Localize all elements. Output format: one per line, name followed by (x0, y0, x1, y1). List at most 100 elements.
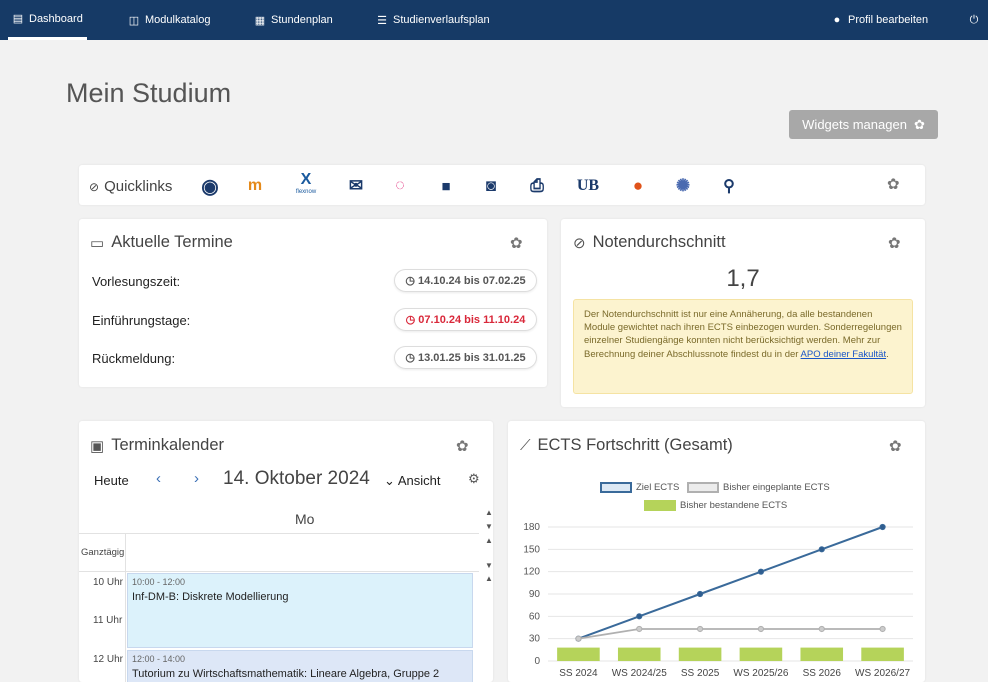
power-icon: ⏻ (969, 13, 979, 26)
user-circle-icon: ● (833, 14, 841, 26)
legend-label-geplant: Bisher eingeplante ECTS (723, 482, 830, 493)
teams-icon[interactable]: ■ (433, 174, 459, 198)
grade-average-value: 1,7 (726, 265, 760, 292)
termine-range-vorlesungszeit: ◷ 14.10.24 bis 07.02.25 (394, 269, 537, 292)
ects-title: ⟋ ECTS Fortschritt (Gesamt) (520, 436, 733, 455)
series-point-geplant (879, 625, 886, 633)
event-time: 12:00 - 14:00 (132, 654, 186, 664)
termine-settings-gear-icon[interactable]: ✿ (510, 234, 523, 252)
calendar-event[interactable]: 10:00 - 12:00 Inf-DM-B: Diskrete Modelli… (127, 573, 473, 648)
termine-label-rueckmeldung: Rückmeldung: (92, 351, 176, 366)
book-icon: ◫ (128, 14, 140, 27)
apo-link[interactable]: APO deiner Fakultät (801, 349, 887, 360)
gauge-icon: ⊘ (573, 234, 586, 252)
kalender-title-text: Terminkalender (111, 436, 224, 454)
noten-title-text: Notendurchschnitt (592, 233, 726, 251)
legend-entry-ziel: Ziel ECTS (600, 482, 679, 493)
calendar-time-divider (125, 533, 126, 682)
logout-button[interactable]: ⏻ (968, 0, 980, 40)
eduroam-icon[interactable]: ◉ (197, 174, 223, 198)
calendar-icon: ▦ (254, 14, 266, 27)
scroll-up-icon[interactable]: ▲ (485, 508, 493, 517)
nav-dashboard-label: Dashboard (29, 12, 83, 25)
chat-icon[interactable]: ◌ (387, 174, 413, 198)
noten-title: ⊘ Notendurchschnitt (573, 233, 726, 252)
flexnow-label: flexnow (295, 189, 317, 195)
termine-range-rueckmeldung-text: 13.01.25 bis 31.01.25 (417, 351, 526, 364)
series-point-geplant (757, 625, 765, 633)
quicklinks-title: ⊘ Quicklinks (89, 178, 172, 195)
series-point-geplant (696, 625, 704, 633)
y-tick-label: 180 (523, 522, 540, 533)
scroll-down-icon[interactable]: ▼ (485, 522, 493, 531)
prev-day-button[interactable]: ‹ (156, 470, 161, 487)
x-tick-label: SS 2025 (681, 668, 720, 679)
kalender-settings-gear-icon[interactable]: ✿ (456, 437, 469, 455)
series-point-geplant (575, 635, 582, 642)
hour-label-12: 12 Uhr (93, 654, 124, 665)
termine-title-text: Aktuelle Termine (111, 233, 233, 251)
hour-label-10: 10 Uhr (93, 577, 124, 588)
termine-range-vorlesungszeit-text: 14.10.24 bis 07.02.25 (417, 274, 526, 287)
clock-icon: ◷ (405, 352, 415, 364)
link-icon: ⊘ (89, 179, 100, 194)
nav-studienverlaufsplan-label: Studienverlaufsplan (393, 14, 490, 26)
x-tick-label: WS 2025/26 (733, 668, 788, 679)
nav-profile[interactable]: ● Profil bearbeiten (831, 0, 928, 40)
noten-card: ⊘ Notendurchschnitt ✿ 1,7 Der Notendurch… (561, 219, 925, 407)
ub-library-icon[interactable]: UB (571, 174, 605, 198)
quicklinks-settings-gear-icon[interactable]: ✿ (887, 175, 900, 193)
printer-icon[interactable]: ⎙ (524, 174, 550, 198)
view-dropdown[interactable]: ⌄ Ansicht (384, 473, 440, 489)
calendar-divider (79, 571, 479, 572)
x-tick-label: SS 2026 (803, 668, 842, 679)
y-tick-label: 30 (529, 634, 541, 645)
scroll-up-icon[interactable]: ▲ (485, 536, 493, 545)
series-point-ziel (879, 523, 886, 531)
moodle-icon[interactable]: m (242, 174, 268, 198)
kalender-title: ▣ Terminkalender (90, 436, 224, 455)
view-dropdown-label: Ansicht (397, 473, 441, 488)
flexnow-x-glyph: X (300, 171, 312, 188)
flexnow-icon[interactable]: X flexnow (289, 171, 323, 198)
contact-card-icon[interactable]: ◙ (478, 174, 504, 198)
nav-stundenplan-label: Stundenplan (271, 14, 333, 26)
nav-profile-label: Profil bearbeiten (848, 14, 929, 26)
ects-bar (557, 647, 600, 661)
mail-icon[interactable]: ✉ (343, 174, 369, 198)
calendar-day-icon: ▣ (90, 437, 105, 455)
gear-icon: ✿ (913, 116, 925, 132)
calendar-event[interactable]: 12:00 - 14:00 Tutorium zu Wirtschaftsmat… (127, 650, 473, 682)
quicklinks-card: ⊘ Quicklinks ◉ m X flexnow ✉ ◌ ■ ◙ ⎙ UB … (79, 165, 925, 205)
nav-dashboard[interactable]: ▤ Dashboard (8, 0, 87, 40)
ects-bar (861, 647, 904, 661)
clock-icon: ◷ (405, 275, 415, 287)
quicklinks-title-text: Quicklinks (104, 178, 173, 195)
ects-chart: 0 30 60 90 120 150 180 SS 2024 WS 2024/25 SS 2025… (523, 522, 913, 679)
series-point-geplant (818, 625, 825, 633)
legend-swatch-geplant (687, 482, 719, 493)
ects-bar (800, 647, 844, 661)
hour-label-11: 11 Uhr (93, 615, 123, 626)
y-tick-label: 150 (523, 544, 540, 555)
firefox-icon[interactable]: ● (625, 174, 651, 198)
today-button[interactable]: Heute (94, 473, 129, 488)
series-point-geplant (636, 625, 643, 633)
noten-settings-gear-icon[interactable]: ✿ (888, 234, 901, 252)
next-day-button[interactable]: › (194, 470, 199, 487)
list-icon: ☰ (377, 14, 387, 27)
widgets-manage-button[interactable]: Widgets managen ✿ (789, 110, 938, 139)
series-point-ziel (636, 613, 643, 620)
nav-studienverlaufsplan[interactable]: ☰ Studienverlaufsplan (376, 0, 490, 40)
filter-settings-icon[interactable]: ⚙ (468, 471, 480, 487)
cluster-icon[interactable]: ✺ (670, 174, 696, 198)
ects-settings-gear-icon[interactable]: ✿ (889, 437, 902, 455)
y-tick-label: 60 (529, 611, 541, 622)
nav-stundenplan[interactable]: ▦ Stundenplan (254, 0, 333, 40)
podcast-icon[interactable]: ⚲ (716, 174, 742, 198)
series-point-ziel (757, 568, 765, 575)
calendar-day-header: Mo (295, 511, 315, 527)
nav-modulkatalog[interactable]: ◫ Modulkatalog (128, 0, 211, 40)
scroll-down-icon[interactable]: ▼ (485, 561, 493, 570)
scroll-up-icon[interactable]: ▲ (485, 574, 493, 583)
